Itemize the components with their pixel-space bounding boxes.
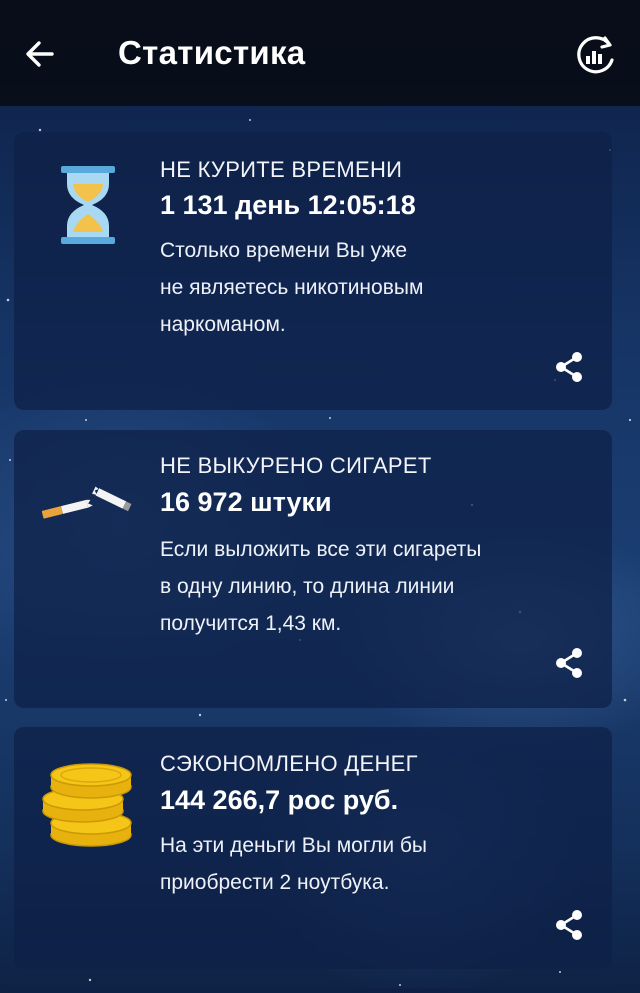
next-stat-card bbox=[14, 988, 612, 993]
cigarettes-stat-card: НЕ ВЫКУРЕНО СИГАРЕТ 16 972 штуки Если вы… bbox=[14, 430, 612, 708]
app-bar: Статистика bbox=[0, 0, 640, 106]
share-icon bbox=[556, 352, 582, 382]
share-button[interactable] bbox=[552, 908, 586, 942]
card-value: 1 131 день 12:05:18 bbox=[160, 190, 416, 220]
description-line: Столько времени Вы уже bbox=[160, 239, 408, 262]
time-stat-card: НЕ КУРИТЕ ВРЕМЕНИ 1 131 день 12:05:18 Ст… bbox=[14, 132, 612, 410]
card-description: На эти деньги Вы могли бы приобрести 2 н… bbox=[160, 827, 580, 901]
refresh-chart-icon bbox=[577, 36, 614, 74]
back-button[interactable] bbox=[22, 36, 58, 72]
card-value: 144 266,7 рос руб. bbox=[160, 785, 399, 815]
card-description: Столько времени Вы уже не являетесь нико… bbox=[160, 232, 580, 343]
description-line: получится 1,43 км. bbox=[160, 612, 342, 635]
arrow-back-icon bbox=[26, 41, 54, 67]
card-description: Если выложить все эти сигареты в одну ли… bbox=[160, 531, 580, 642]
hourglass-icon bbox=[61, 166, 115, 244]
description-line: не являетесь никотиновым bbox=[160, 276, 424, 299]
share-icon bbox=[556, 648, 582, 678]
card-value: 16 972 штуки bbox=[160, 487, 332, 517]
refresh-stats-button[interactable] bbox=[572, 32, 618, 78]
description-line: Если выложить все эти сигареты bbox=[160, 538, 482, 561]
description-line: На эти деньги Вы могли бы bbox=[160, 834, 428, 857]
coins-stack-icon bbox=[42, 763, 132, 847]
share-icon bbox=[556, 910, 582, 940]
broken-cigarette-icon bbox=[41, 486, 132, 519]
description-line: приобрести 2 ноутбука. bbox=[160, 871, 390, 894]
card-heading: СЭКОНОМЛЕНО ДЕНЕГ bbox=[160, 751, 418, 776]
share-button[interactable] bbox=[552, 646, 586, 680]
page-title: Статистика bbox=[118, 34, 306, 71]
card-heading: НЕ ВЫКУРЕНО СИГАРЕТ bbox=[160, 453, 432, 478]
share-button[interactable] bbox=[552, 350, 586, 384]
description-line: в одну линию, то длина линии bbox=[160, 575, 455, 598]
card-heading: НЕ КУРИТЕ ВРЕМЕНИ bbox=[160, 157, 403, 182]
money-stat-card: СЭКОНОМЛЕНО ДЕНЕГ 144 266,7 рос руб. На … bbox=[14, 727, 612, 969]
description-line: наркоманом. bbox=[160, 313, 286, 336]
